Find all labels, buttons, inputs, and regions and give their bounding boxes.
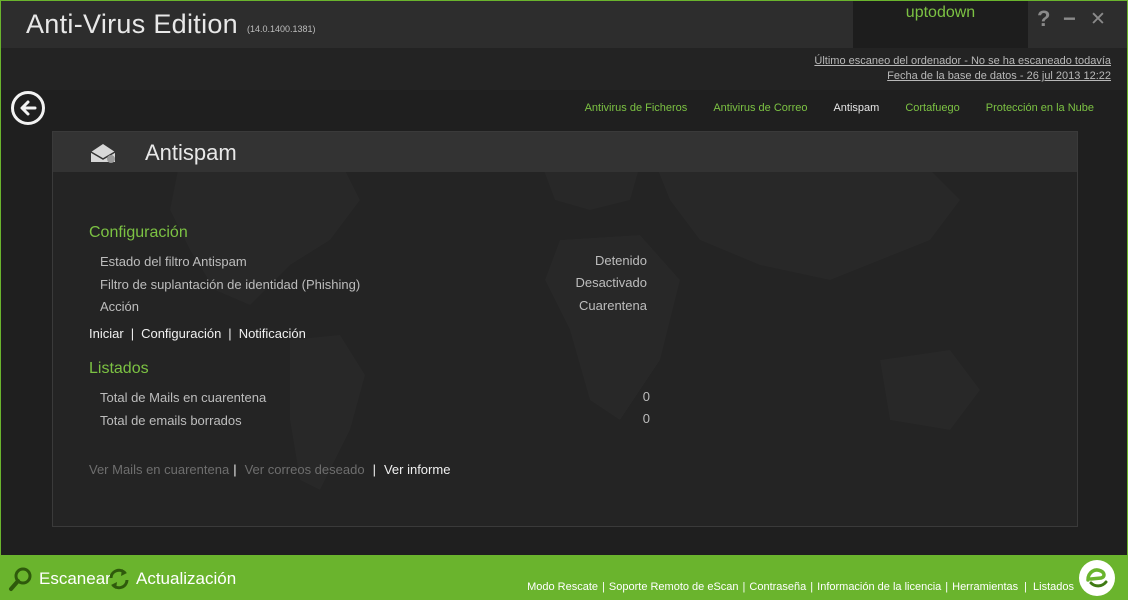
tools-link[interactable]: Herramientas: [952, 581, 1018, 593]
lists-row-value: 0: [642, 411, 650, 426]
tab-antispam[interactable]: Antispam: [833, 102, 879, 114]
separator: |: [233, 462, 237, 477]
notification-link[interactable]: Notificación: [239, 326, 306, 341]
view-quarantine-link[interactable]: Ver Mails en cuarentena: [89, 462, 229, 477]
config-row-label: Acción: [100, 299, 140, 314]
user-name: uptodown: [905, 4, 976, 21]
separator: |: [1024, 581, 1028, 593]
separator: |: [228, 326, 232, 341]
config-links: Iniciar | Configuración | Notificación: [89, 326, 306, 341]
back-button[interactable]: [11, 91, 45, 125]
separator: |: [810, 581, 814, 593]
escan-logo-icon: [1086, 568, 1108, 588]
tab-antivirus-correo[interactable]: Antivirus de Correo: [713, 102, 807, 114]
lists-row-label: Total de emails borrados: [100, 413, 242, 428]
separator: |: [742, 581, 746, 593]
config-row-label: Estado del filtro Antispam: [100, 254, 247, 269]
tab-antivirus-ficheros[interactable]: Antivirus de Ficheros: [585, 102, 688, 114]
database-date-link[interactable]: Fecha de la base de datos - 26 jul 2013 …: [887, 70, 1111, 82]
panel-header: Antispam: [53, 132, 1077, 172]
last-scan-link[interactable]: Último escaneo del ordenador - No se ha …: [814, 55, 1111, 67]
user-box: uptodown: [853, 0, 1028, 48]
listings-link[interactable]: Listados: [1033, 581, 1074, 593]
magnifier-icon: [9, 567, 32, 591]
status-strip: Último escaneo del ordenador - No se ha …: [0, 48, 1128, 90]
app-version: (14.0.1400.1381): [247, 24, 316, 34]
panel-title: Antispam: [145, 140, 237, 165]
mail-envelope-icon: [90, 144, 116, 163]
tab-proteccion-nube[interactable]: Protección en la Nube: [986, 102, 1094, 114]
minimize-button[interactable]: −: [1063, 6, 1076, 32]
update-button[interactable]: Actualización: [107, 566, 236, 592]
back-arrow-icon: [20, 100, 37, 116]
separator: |: [372, 462, 376, 477]
lists-links: Ver Mails en cuarentena | Ver correos de…: [89, 462, 450, 477]
help-button[interactable]: ?: [1037, 6, 1050, 32]
refresh-arrows-icon: [109, 568, 129, 590]
remote-support-link[interactable]: Soporte Remoto de eScan: [609, 581, 739, 593]
scan-label: Escanear: [39, 569, 111, 588]
lists-heading: Listados: [89, 360, 149, 377]
title-bar: Anti-Virus Edition (14.0.1400.1381) upto…: [0, 0, 1128, 48]
scan-button[interactable]: Escanear: [8, 566, 111, 592]
password-link[interactable]: Contraseña: [749, 581, 806, 593]
configuration-link[interactable]: Configuración: [141, 326, 221, 341]
update-label: Actualización: [136, 569, 237, 588]
footer-links: Modo Rescate | Soporte Remoto de eScan | Con…: [527, 581, 1074, 593]
separator: |: [602, 581, 605, 593]
view-report-link[interactable]: Ver informe: [384, 462, 450, 477]
main-area: Antivirus de Ficheros Antivirus de Corre…: [0, 90, 1128, 555]
config-heading: Configuración: [89, 224, 188, 241]
start-link[interactable]: Iniciar: [89, 326, 124, 341]
antispam-panel: Antispam Configuración Estado del filtro…: [52, 131, 1078, 527]
view-wanted-mail-link[interactable]: Ver correos deseado: [245, 462, 365, 477]
separator: |: [130, 326, 135, 341]
close-button[interactable]: ✕: [1090, 8, 1106, 31]
tab-cortafuego[interactable]: Cortafuego: [905, 102, 959, 114]
app-title: Anti-Virus Edition: [26, 9, 238, 39]
escan-logo[interactable]: [1079, 560, 1115, 596]
config-row-label: Filtro de suplantación de identidad (Phi…: [100, 277, 361, 292]
config-row-value: Desactivado: [575, 275, 647, 290]
separator: |: [945, 581, 949, 593]
rescue-mode-link[interactable]: Modo Rescate: [527, 581, 598, 593]
lists-row-value: 0: [642, 389, 650, 404]
lists-row-label: Total de Mails en cuarentena: [100, 390, 267, 405]
config-row-value: Detenido: [594, 253, 647, 268]
footer-bar: Escanear Actualización Modo Rescate | Sopo…: [0, 555, 1128, 600]
license-info-link[interactable]: Información de la licencia: [817, 581, 941, 593]
module-tabs: Antivirus de Ficheros Antivirus de Corre…: [559, 102, 1094, 114]
config-row-value: Cuarentena: [579, 298, 647, 313]
